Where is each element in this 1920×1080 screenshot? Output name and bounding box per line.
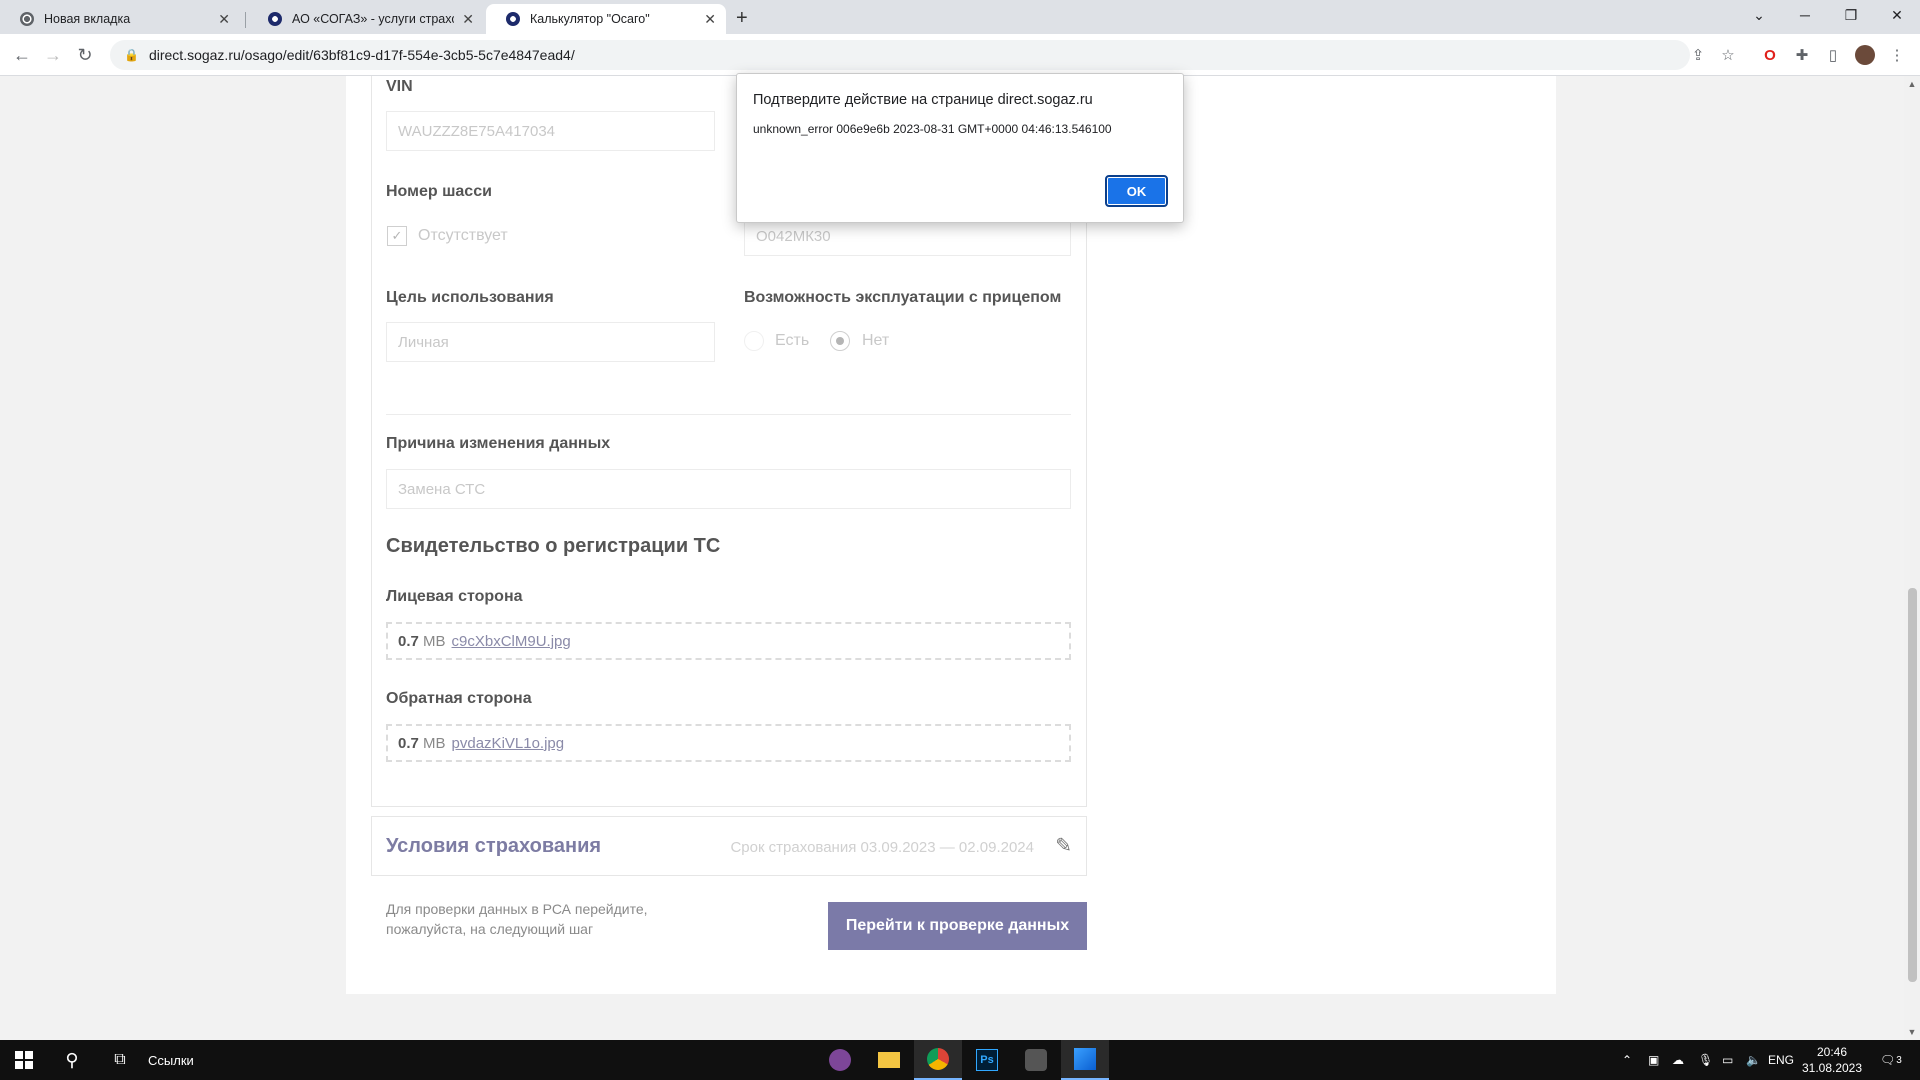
clock-time: 20:46 xyxy=(1816,1045,1848,1059)
section-divider xyxy=(386,414,1071,415)
reason-field[interactable]: Замена СТС xyxy=(386,469,1071,509)
file-size: 0.7 xyxy=(398,734,419,752)
back-file-link[interactable]: pvdazKiVL1o.jpg xyxy=(452,735,565,752)
new-tab-button[interactable]: + xyxy=(736,7,748,30)
scroll-up-icon[interactable]: ▲ xyxy=(1904,76,1920,92)
tor-browser-icon[interactable] xyxy=(816,1040,864,1080)
microphone-icon[interactable]: 🎙 xyxy=(1698,1040,1713,1080)
tray-overflow-icon[interactable]: ⌃ xyxy=(1622,1040,1632,1080)
scroll-thumb[interactable] xyxy=(1908,588,1917,982)
reason-label: Причина изменения данных xyxy=(386,435,611,452)
chassis-absent-checkbox[interactable]: ✓ xyxy=(387,226,407,246)
front-file-link[interactable]: c9cXbxClM9U.jpg xyxy=(452,633,571,650)
restore-icon[interactable]: ❐ xyxy=(1828,0,1874,30)
chrome-icon xyxy=(20,12,34,26)
vin-label: VIN xyxy=(386,78,413,95)
network-icon[interactable]: ▭ xyxy=(1722,1040,1733,1080)
file-size: 0.7 xyxy=(398,632,419,650)
purpose-field[interactable]: Личная xyxy=(386,322,715,362)
tab-search-icon[interactable]: ⌄ xyxy=(1736,0,1782,30)
close-window-icon[interactable]: ✕ xyxy=(1874,0,1920,30)
browser-toolbar: ← → ↻ 🔒 direct.sogaz.ru/osago/edit/63bf8… xyxy=(0,34,1920,76)
pencil-edit-icon[interactable]: ✎ xyxy=(1055,833,1072,858)
registration-cert-title: Свидетельство о регистрации ТС xyxy=(386,535,721,557)
tab-title: Калькулятор "Осаго" xyxy=(530,12,650,26)
vin-field[interactable]: WAUZZZ8E75A417034 xyxy=(386,111,715,151)
close-icon[interactable]: ✕ xyxy=(462,11,474,28)
clock[interactable]: 20:46 31.08.2023 xyxy=(1794,1044,1870,1076)
game-app-icon[interactable] xyxy=(1012,1040,1060,1080)
insurance-conditions-panel: Условия страхования Срок страхования 03.… xyxy=(371,816,1087,876)
file-size-unit: MB xyxy=(423,632,446,650)
dialog-message: unknown_error 006e9e6b 2023-08-31 GMT+00… xyxy=(753,122,1112,136)
links-toolbar[interactable]: Ссылки xyxy=(148,1040,194,1080)
paint-app-icon[interactable] xyxy=(1061,1040,1109,1080)
tab-new-tab[interactable]: Новая вкладка ✕ xyxy=(0,4,240,34)
page-scrollbar[interactable]: ▲ ▼ xyxy=(1904,76,1920,1040)
address-bar[interactable]: 🔒 direct.sogaz.ru/osago/edit/63bf81c9-d1… xyxy=(110,40,1690,70)
opera-extension-icon[interactable]: O xyxy=(1760,45,1780,65)
sogaz-icon xyxy=(506,12,520,26)
tab-separator xyxy=(245,12,246,28)
back-side-label: Обратная сторона xyxy=(386,690,532,707)
back-side-file: 0.7 MB pvdazKiVL1o.jpg xyxy=(386,724,1071,762)
file-explorer-icon[interactable] xyxy=(865,1040,913,1080)
url-text: direct.sogaz.ru/osago/edit/63bf81c9-d17f… xyxy=(148,47,575,63)
purpose-label: Цель использования xyxy=(386,289,554,306)
insurance-conditions-title: Условия страхования xyxy=(386,835,602,857)
share-icon[interactable]: ⇪ xyxy=(1688,45,1708,65)
language-indicator[interactable]: ENG xyxy=(1768,1040,1794,1080)
links-label: Ссылки xyxy=(148,1052,194,1068)
confirm-dialog: Подтвердите действие на странице direct.… xyxy=(736,73,1184,223)
dialog-title: Подтвердите действие на странице direct.… xyxy=(753,92,1093,108)
forward-icon[interactable]: → xyxy=(41,43,65,67)
trailer-yes-radio[interactable] xyxy=(744,331,764,351)
tab-calculator[interactable]: Калькулятор "Осаго" ✕ xyxy=(486,4,726,34)
file-size-unit: MB xyxy=(423,734,446,752)
task-view-icon[interactable]: ⧉ xyxy=(96,1040,144,1080)
trailer-no-radio[interactable] xyxy=(830,331,850,351)
tab-title: Новая вкладка xyxy=(44,12,131,26)
chrome-taskbar-icon[interactable] xyxy=(914,1040,962,1080)
side-panel-icon[interactable]: ▯ xyxy=(1823,45,1843,65)
minimize-icon[interactable]: ─ xyxy=(1782,0,1828,30)
menu-kebab-icon[interactable]: ⋮ xyxy=(1887,45,1907,65)
clock-date: 31.08.2023 xyxy=(1801,1061,1863,1075)
trailer-yes-label: Есть xyxy=(775,332,810,349)
browser-tab-strip: Новая вкладка ✕ АО «СОГАЗ» - услуги стра… xyxy=(0,0,1920,34)
tray-app-icon[interactable]: ▣ xyxy=(1648,1040,1659,1080)
chassis-label: Номер шасси xyxy=(386,183,492,200)
extensions-icon[interactable]: ✚ xyxy=(1792,45,1812,65)
bookmark-star-icon[interactable]: ☆ xyxy=(1718,45,1738,65)
windows-taskbar: ⚲ ⧉ Ссылки Ps ⌃ ▣ ☁ 🎙 ▭ 🔈 ENG 20:46 31.0… xyxy=(0,1040,1920,1080)
close-icon[interactable]: ✕ xyxy=(704,11,716,28)
sogaz-icon xyxy=(268,12,282,26)
scroll-down-icon[interactable]: ▼ xyxy=(1904,1024,1920,1040)
front-side-label: Лицевая сторона xyxy=(386,588,523,605)
tray-antivirus-icon[interactable]: ☁ xyxy=(1672,1040,1684,1080)
notifications-icon[interactable]: 🗨 3 xyxy=(1880,1040,1902,1080)
volume-icon[interactable]: 🔈 xyxy=(1746,1040,1761,1080)
notification-count: 3 xyxy=(1896,1054,1902,1066)
photoshop-icon[interactable]: Ps xyxy=(963,1040,1011,1080)
avatar[interactable] xyxy=(1855,45,1875,65)
tab-title: АО «СОГАЗ» - услуги страхован xyxy=(292,12,454,26)
tab-sogaz[interactable]: АО «СОГАЗ» - услуги страхован ✕ xyxy=(248,4,484,34)
search-icon[interactable]: ⚲ xyxy=(48,1040,96,1080)
chassis-absent-label: Отсутствует xyxy=(418,227,508,244)
lock-icon: 🔒 xyxy=(124,48,139,62)
front-side-file: 0.7 MB c9cXbxClM9U.jpg xyxy=(386,622,1071,660)
trailer-no-label: Нет xyxy=(862,332,890,349)
insurance-period: Срок страхования 03.09.2023 — 02.09.2024 xyxy=(730,839,1034,856)
go-to-data-check-button[interactable]: Перейти к проверке данных xyxy=(828,902,1087,950)
reload-icon[interactable]: ↻ xyxy=(73,43,97,67)
dialog-ok-button[interactable]: OK xyxy=(1105,175,1168,207)
back-icon[interactable]: ← xyxy=(10,43,34,67)
close-icon[interactable]: ✕ xyxy=(218,11,230,28)
windows-start-icon[interactable] xyxy=(0,1040,48,1080)
rsa-check-hint: Для проверки данных в РСА перейдите, пож… xyxy=(386,901,648,937)
trailer-label: Возможность эксплуатации с прицепом xyxy=(744,289,1062,306)
